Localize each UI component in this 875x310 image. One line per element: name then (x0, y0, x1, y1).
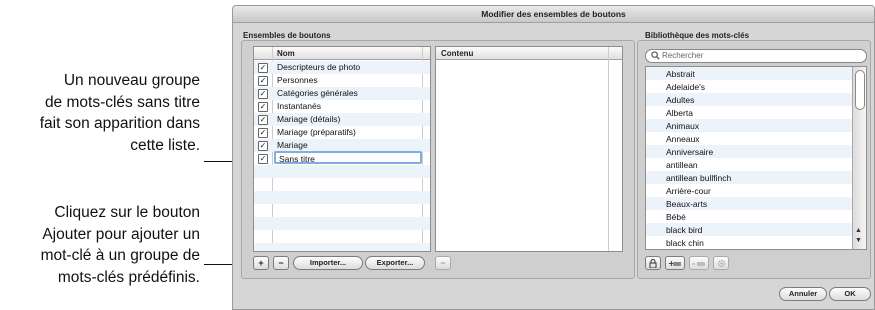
keyword-item[interactable]: Anneaux (666, 133, 700, 146)
set-label: Instantanés (277, 101, 321, 111)
add-keyword-button[interactable]: + (665, 256, 685, 270)
remove-content-button[interactable]: − (435, 256, 451, 270)
set-label: Catégories générales (277, 88, 358, 98)
cancel-button[interactable]: Annuler (779, 287, 827, 301)
remove-keyword-button[interactable]: - (689, 256, 709, 270)
callout-line: cette liste. (130, 136, 200, 154)
keyword-item[interactable]: antillean bullfinch (666, 172, 731, 185)
callout-line: fait son apparition dans (39, 115, 200, 132)
keyword-item[interactable]: antillean (666, 159, 698, 172)
checkbox[interactable]: ✓ (258, 154, 268, 164)
callout-line: de mots-clés sans titre (44, 93, 200, 111)
scroll-thumb[interactable] (855, 70, 865, 110)
keyword-item[interactable]: Alberta (666, 107, 693, 120)
callout-line: Un nouveau groupe (63, 72, 200, 89)
keyword-item[interactable]: Bébé (666, 211, 686, 224)
checkbox[interactable]: ✓ (258, 141, 268, 151)
set-label: Personnes (277, 75, 318, 85)
set-name-edit-field[interactable]: Sans titre (274, 151, 422, 164)
gear-icon (717, 259, 725, 268)
callout-line: Ajouter pour ajouter un (42, 225, 200, 243)
remove-keyword-icon: - (692, 259, 705, 268)
keyword-item[interactable]: black chin (666, 237, 704, 249)
keyword-item[interactable]: Anniversaire (666, 146, 713, 159)
checkbox[interactable]: ✓ (258, 89, 268, 99)
callout-line: Cliquez sur le bouton (54, 204, 200, 221)
checkbox[interactable]: ✓ (258, 76, 268, 86)
remove-set-button[interactable]: − (273, 256, 289, 270)
callout-add-button: Cliquez sur le bouton Ajouter pour ajout… (0, 202, 200, 288)
keyword-item[interactable]: black bird (666, 224, 702, 237)
ok-button[interactable]: OK (829, 287, 871, 301)
magnifier-icon (651, 51, 660, 60)
contents-list[interactable]: Contenu (435, 46, 623, 252)
checkbox[interactable]: ✓ (258, 128, 268, 138)
checkbox[interactable]: ✓ (258, 102, 268, 112)
library-section-title: Bibliothèque des mots-clés (645, 31, 750, 40)
callout-line: mot-clé à un groupe de (40, 247, 200, 264)
callout-new-group: Un nouveau groupe de mots-clés sans titr… (0, 70, 200, 156)
keyword-item[interactable]: Adelaide's (666, 81, 705, 94)
library-scrollbar[interactable]: ▲ ▼ (852, 67, 866, 249)
add-set-button[interactable]: + (253, 256, 269, 270)
keyword-library-list[interactable]: Abstrait Adelaide's Adultes Alberta Anim… (645, 66, 867, 250)
add-keyword-icon: + (668, 259, 681, 268)
checkbox[interactable]: ✓ (258, 63, 268, 73)
search-placeholder: Rechercher (662, 51, 704, 60)
svg-text:-: - (692, 259, 695, 268)
keyword-item[interactable]: Abstrait (666, 68, 695, 81)
keyword-item[interactable]: Arrière-cour (666, 185, 711, 198)
import-button[interactable]: Importer... (293, 256, 363, 270)
edit-button-sets-dialog: Modifier des ensembles de boutons Ensemb… (232, 5, 875, 310)
set-label: Descripteurs de photo (277, 62, 361, 72)
keyword-item[interactable]: Beaux-arts (666, 198, 707, 211)
action-menu-button[interactable] (713, 256, 729, 270)
set-label: Mariage (préparatifs) (277, 127, 356, 137)
callout-line: mots-clés prédéfinis. (57, 268, 200, 286)
sets-section-title: Ensembles de boutons (243, 31, 331, 40)
lock-button[interactable] (645, 256, 661, 270)
set-label: Mariage (détails) (277, 114, 341, 124)
export-button[interactable]: Exporter... (365, 256, 425, 270)
dialog-title: Modifier des ensembles de boutons (233, 6, 874, 23)
scroll-down-arrow[interactable]: ▼ (855, 237, 862, 244)
keyword-item[interactable]: Adultes (666, 94, 694, 107)
keyword-search-input[interactable]: Rechercher (645, 49, 867, 63)
checkbox[interactable]: ✓ (258, 115, 268, 125)
scroll-up-arrow[interactable]: ▲ (855, 227, 862, 234)
col-header-content[interactable]: Contenu (436, 47, 622, 60)
sets-list[interactable]: Nom ✓ Descripteurs de photo ✓ Personnes ✓ C… (253, 46, 431, 252)
keyword-item[interactable]: Animaux (666, 120, 699, 133)
lock-icon (649, 259, 657, 269)
col-header-name[interactable]: Nom (254, 47, 430, 60)
